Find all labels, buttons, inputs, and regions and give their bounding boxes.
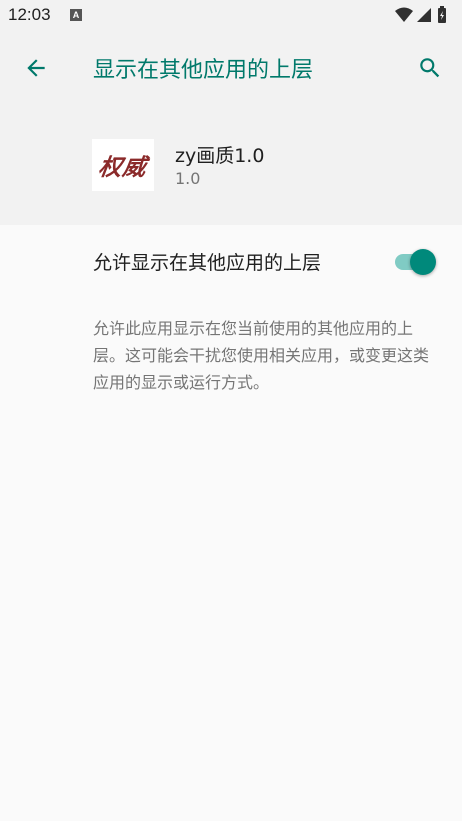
status-bar: 12:03 A: [0, 0, 462, 31]
permission-switch-label: 允许显示在其他应用的上层: [93, 252, 322, 274]
status-icons: [394, 6, 454, 24]
screen: 12:03 A 显示在其他应用的上层 权威 zy画质1.0 1.0 允许显示在其…: [0, 0, 462, 821]
battery-icon: [438, 6, 446, 23]
app-name: zy画质1.0: [175, 145, 265, 167]
permission-switch-row[interactable]: 允许显示在其他应用的上层: [0, 225, 462, 295]
toolbar: 显示在其他应用的上层: [0, 31, 462, 105]
app-version: 1.0: [175, 169, 201, 188]
app-icon: 权威: [92, 139, 154, 191]
search-button[interactable]: [406, 44, 454, 92]
toggle-thumb: [410, 249, 436, 275]
permission-description: 允许此应用显示在您当前使用的其他应用的上层。这可能会干扰您使用相关应用，或变更这…: [93, 319, 430, 392]
page-title: 显示在其他应用的上层: [93, 58, 314, 83]
back-button[interactable]: [12, 44, 60, 92]
app-icon-logo-text: 权威: [96, 154, 149, 181]
search-icon: [420, 58, 440, 78]
signal-icon: [417, 8, 431, 22]
app-header: 权威 zy画质1.0 1.0: [0, 105, 462, 225]
permission-toggle[interactable]: [393, 249, 439, 275]
wifi-icon: [395, 7, 413, 22]
arrow-back-icon: [27, 59, 45, 77]
status-time: 12:03: [8, 5, 51, 24]
notification-icon: A: [70, 9, 82, 21]
